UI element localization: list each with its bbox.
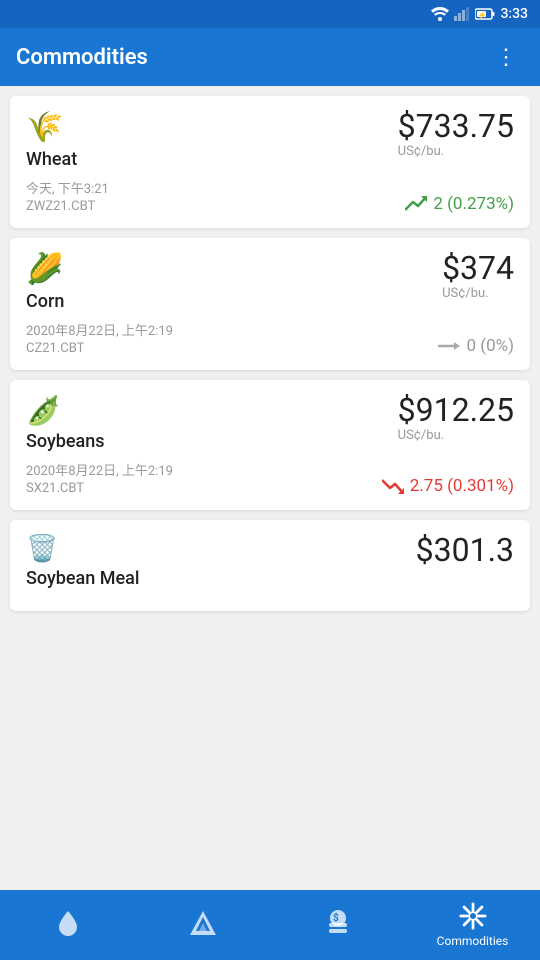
status-icons: ⚡ 3:33 (431, 6, 528, 22)
soybeans-symbol: SX21.CBT (26, 481, 334, 496)
nav-item-commodities[interactable]: Commodities (405, 890, 540, 960)
soybeans-trend-icon (382, 478, 404, 494)
wheat-change: 2 (0.273%) (405, 194, 514, 214)
nav-item-energy[interactable] (135, 890, 270, 960)
bottom-nav: $ Commodities (0, 890, 540, 960)
svg-text:$: $ (333, 911, 339, 924)
commodity-card-wheat[interactable]: 🌾 Wheat 今天, 下午3:21 ZWZ21.CBT $733.75 US¢… (10, 96, 530, 228)
soybeans-price: $912.25 (398, 394, 514, 426)
nav-item-metals[interactable]: $ (270, 890, 405, 960)
wheat-unit: US¢/bu. (398, 144, 514, 159)
soybeans-date: 2020年8月22日, 上午2:19 (26, 460, 334, 479)
corn-date: 2020年8月22日, 上午2:19 (26, 320, 334, 339)
corn-unit: US¢/bu. (442, 286, 514, 301)
commodities-snowflake-icon (459, 902, 487, 930)
soybeans-unit: US¢/bu. (398, 428, 514, 443)
status-time: 3:33 (500, 6, 528, 22)
status-bar: ⚡ 3:33 (0, 0, 540, 28)
commodity-card-soybeans[interactable]: 🫛 Soybeans 2020年8月22日, 上午2:19 SX21.CBT $… (10, 380, 530, 510)
wheat-price: $733.75 (398, 110, 514, 142)
card-right-wheat: $733.75 US¢/bu. 2 (0.273%) (334, 110, 514, 214)
oil-drop-icon (55, 909, 81, 937)
wheat-trend-icon (405, 196, 427, 212)
soybeans-name: Soybeans (26, 431, 334, 452)
commodity-card-soybean-meal[interactable]: 🗑️ Soybean Meal $301.3 (10, 520, 530, 611)
coin-stack-icon: $ (324, 909, 352, 937)
wheat-name: Wheat (26, 149, 334, 170)
soybeans-change: 2.75 (0.301%) (382, 476, 514, 496)
card-left-corn: 🌽 Corn 2020年8月22日, 上午2:19 CZ21.CBT (26, 252, 334, 356)
card-left-soybeans: 🫛 Soybeans 2020年8月22日, 上午2:19 SX21.CBT (26, 394, 334, 496)
wheat-icon: 🌾 (26, 110, 334, 145)
commodities-label: Commodities (437, 934, 509, 948)
soybeans-icon: 🫛 (26, 394, 334, 427)
wifi-icon (431, 7, 449, 21)
commodity-card-corn[interactable]: 🌽 Corn 2020年8月22日, 上午2:19 CZ21.CBT $374 … (10, 238, 530, 370)
corn-change-value: 0 (0%) (466, 336, 514, 356)
card-right-corn: $374 US¢/bu. 0 (0%) (334, 252, 514, 356)
card-right-soybeans: $912.25 US¢/bu. 2.75 (0.301%) (334, 394, 514, 496)
corn-symbol: CZ21.CBT (26, 341, 334, 356)
wheat-symbol: ZWZ21.CBT (26, 199, 334, 214)
card-right-soybean-meal: $301.3 (334, 534, 514, 597)
battery-icon: ⚡ (475, 8, 495, 20)
card-left-wheat: 🌾 Wheat 今天, 下午3:21 ZWZ21.CBT (26, 110, 334, 214)
main-content: 🌾 Wheat 今天, 下午3:21 ZWZ21.CBT $733.75 US¢… (0, 86, 540, 890)
app-title: Commodities (16, 45, 148, 70)
wheat-date: 今天, 下午3:21 (26, 178, 334, 197)
soybean-meal-price: $301.3 (416, 534, 514, 566)
signal-icon (454, 7, 470, 21)
corn-icon: 🌽 (26, 252, 334, 287)
svg-text:⚡: ⚡ (477, 10, 487, 20)
app-bar: Commodities ⋮ (0, 28, 540, 86)
soybeans-change-value: 2.75 (0.301%) (410, 476, 514, 496)
corn-price: $374 (442, 252, 514, 284)
soybean-meal-icon: 🗑️ (26, 534, 334, 564)
menu-button[interactable]: ⋮ (488, 39, 524, 75)
corn-trend-icon (438, 341, 460, 351)
wheat-change-value: 2 (0.273%) (433, 194, 514, 214)
corn-change: 0 (0%) (438, 336, 514, 356)
corn-name: Corn (26, 291, 334, 312)
nav-item-oil[interactable] (0, 890, 135, 960)
pyramid-icon (188, 909, 218, 937)
soybean-meal-name: Soybean Meal (26, 568, 334, 589)
card-left-soybean-meal: 🗑️ Soybean Meal (26, 534, 334, 597)
